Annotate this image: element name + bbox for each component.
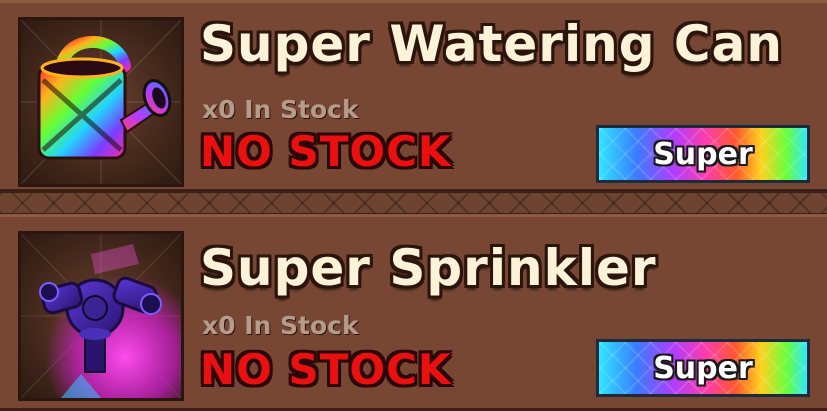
watering-can-icon <box>21 20 181 184</box>
rarity-label: Super <box>653 136 753 172</box>
rarity-label: Super <box>653 350 753 386</box>
rarity-button[interactable]: Super <box>596 125 810 183</box>
item-divider <box>0 190 827 216</box>
seed-shop-list: Super Watering Can x0 In Stock NO STOCK … <box>0 0 827 411</box>
stock-status: NO STOCK <box>200 127 452 176</box>
item-name: Super Sprinkler <box>200 239 657 297</box>
shop-item-super-sprinkler[interactable]: Super Sprinkler x0 In Stock NO STOCK Sup… <box>0 214 827 411</box>
item-thumbnail <box>18 17 184 187</box>
item-thumbnail <box>18 231 184 401</box>
shop-item-super-watering-can[interactable]: Super Watering Can x0 In Stock NO STOCK … <box>0 0 827 192</box>
sprinkler-icon <box>21 234 181 398</box>
item-name: Super Watering Can <box>200 15 783 73</box>
rarity-button[interactable]: Super <box>596 339 810 397</box>
stock-count: x0 In Stock <box>202 311 359 340</box>
stock-count: x0 In Stock <box>202 95 359 124</box>
stock-status: NO STOCK <box>200 345 452 394</box>
